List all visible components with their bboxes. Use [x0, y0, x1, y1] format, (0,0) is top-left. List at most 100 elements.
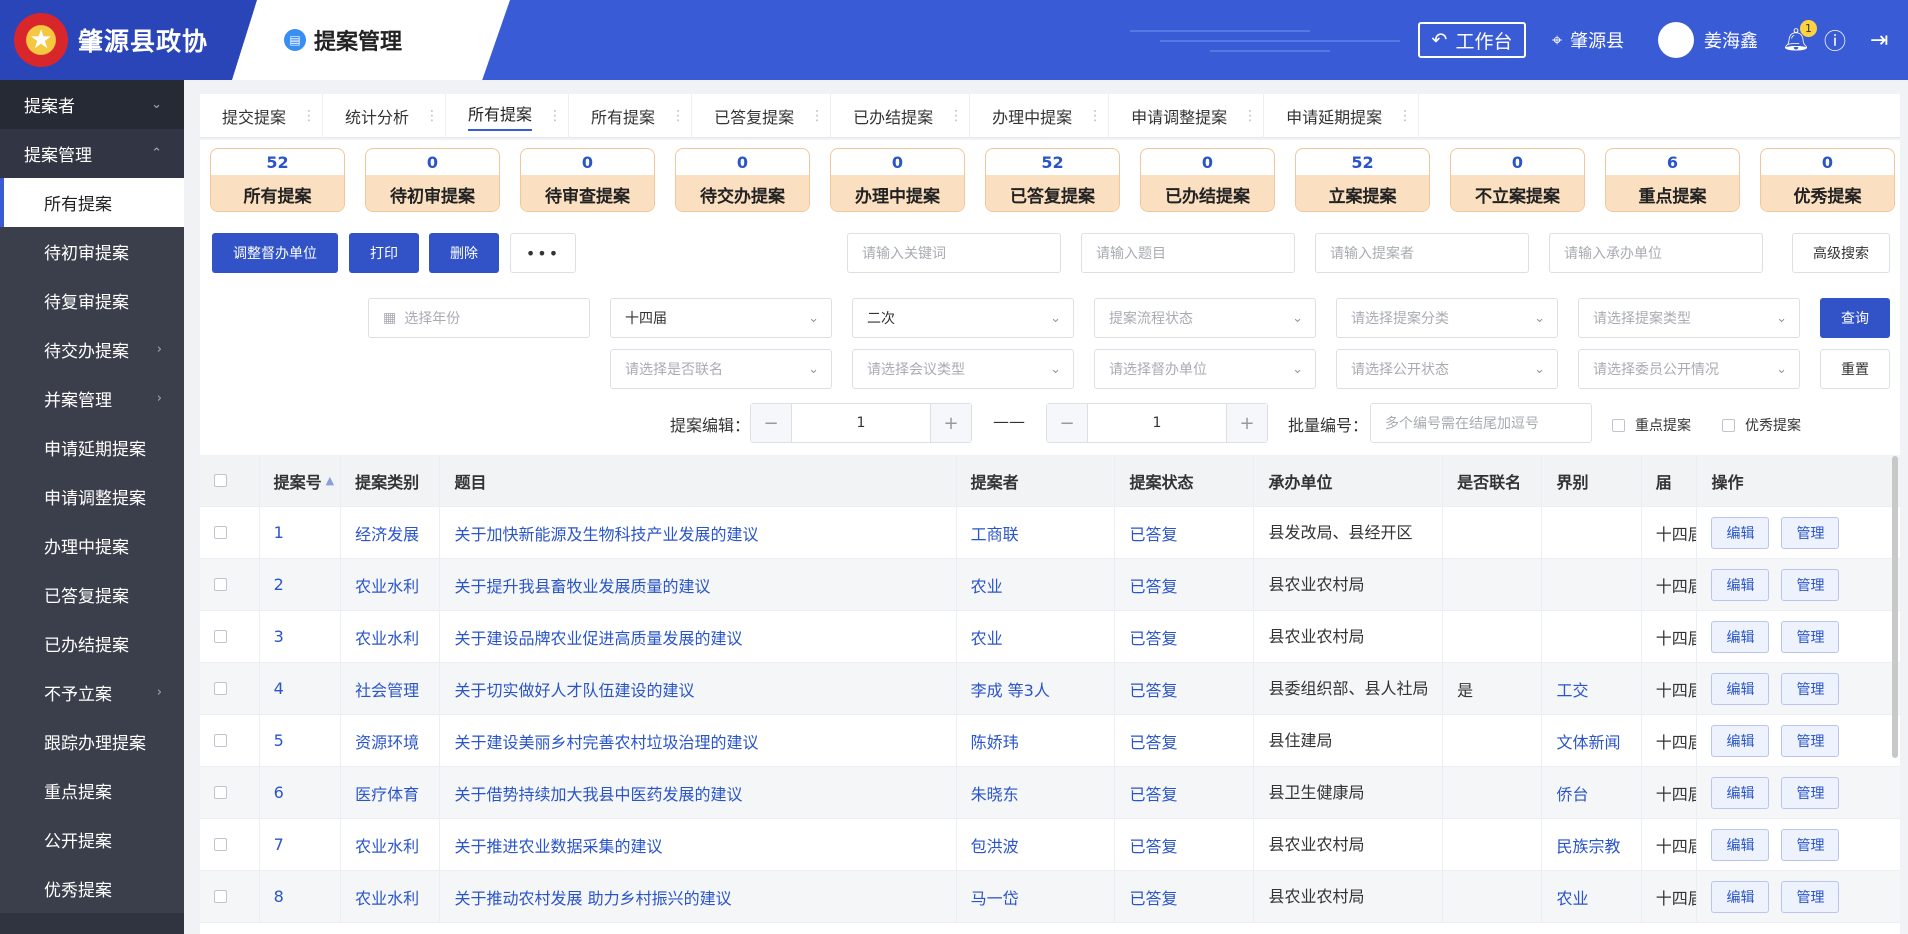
- table-cell[interactable]: 关于提升我县畜牧业发展质量的建议: [440, 559, 957, 610]
- edit-button[interactable]: 编辑: [1711, 776, 1770, 809]
- member-public-select[interactable]: 请选择委员公开情况 ⌄: [1578, 349, 1800, 389]
- more-vert-icon[interactable]: ⋮: [1243, 109, 1257, 123]
- more-vert-icon[interactable]: ⋮: [1398, 109, 1412, 123]
- manage-button[interactable]: 管理: [1781, 880, 1840, 913]
- print-button[interactable]: 打印: [349, 233, 419, 273]
- manage-button[interactable]: 管理: [1781, 620, 1840, 653]
- row-select-cell[interactable]: [200, 507, 260, 558]
- logout-icon[interactable]: ⇥: [1870, 0, 1888, 80]
- table-cell[interactable]: 关于加快新能源及生物科技产业发展的建议: [440, 507, 957, 558]
- help-icon[interactable]: ⓘ: [1824, 0, 1846, 80]
- key-proposal-checkbox[interactable]: 重点提案: [1612, 415, 1691, 435]
- user-menu[interactable]: 姜海鑫: [1658, 0, 1758, 80]
- edit-button[interactable]: 编辑: [1711, 880, 1770, 913]
- stat-card[interactable]: 0 不立案提案: [1450, 148, 1585, 212]
- delete-button[interactable]: 删除: [429, 233, 499, 273]
- column-header[interactable]: 提案者: [957, 455, 1116, 506]
- edit-button[interactable]: 编辑: [1711, 828, 1770, 861]
- edit-button[interactable]: 编辑: [1711, 568, 1770, 601]
- supervisor-select[interactable]: 请选择督办单位 ⌄: [1094, 349, 1316, 389]
- sidebar-item[interactable]: 所有提案: [0, 178, 184, 227]
- flow-select[interactable]: 提案流程状态 ⌄: [1094, 298, 1316, 338]
- stat-card[interactable]: 0 优秀提案: [1760, 148, 1895, 212]
- table-cell[interactable]: 农业: [957, 611, 1116, 662]
- sidebar-item[interactable]: 待交办提案 ›: [0, 325, 184, 374]
- keyword-input[interactable]: 请输入关键词: [847, 233, 1061, 273]
- table-cell[interactable]: 朱晓东: [957, 767, 1116, 818]
- edit-button[interactable]: 编辑: [1711, 724, 1770, 757]
- table-cell[interactable]: 关于建设美丽乡村完善农村垃圾治理的建议: [440, 715, 957, 766]
- checkbox-box[interactable]: [214, 786, 227, 799]
- edit-button[interactable]: 编辑: [1711, 620, 1770, 653]
- manage-button[interactable]: 管理: [1781, 672, 1840, 705]
- table-cell[interactable]: 陈娇玮: [957, 715, 1116, 766]
- tab-7[interactable]: 申请调整提案 ⋮: [1109, 94, 1265, 138]
- manage-button[interactable]: 管理: [1781, 516, 1840, 549]
- sidebar-item[interactable]: 并案管理 ›: [0, 374, 184, 423]
- row-select-cell[interactable]: [200, 871, 260, 922]
- batch-number-input[interactable]: 多个编号需在结尾加逗号: [1370, 403, 1592, 443]
- row-select-cell[interactable]: [200, 611, 260, 662]
- checkbox-box[interactable]: [214, 578, 227, 591]
- table-row[interactable]: 3农业水利关于建设品牌农业促进高质量发展的建议农业已答复县农业农村局 十四届编辑管…: [200, 611, 1900, 663]
- row-select-cell[interactable]: [200, 819, 260, 870]
- checkbox-box[interactable]: [214, 474, 227, 487]
- edit-button[interactable]: 编辑: [1711, 672, 1770, 705]
- tab-4[interactable]: 已答复提案 ⋮: [692, 94, 832, 138]
- unit-input[interactable]: 请输入承办单位: [1549, 233, 1763, 273]
- sidebar-item[interactable]: 办理中提案: [0, 521, 184, 570]
- manage-button[interactable]: 管理: [1781, 828, 1840, 861]
- location-selector[interactable]: ⌖ 肇源县: [1552, 0, 1624, 80]
- number-to-value[interactable]: 1: [1087, 404, 1227, 442]
- checkbox-box[interactable]: [214, 526, 227, 539]
- checkbox-box[interactable]: [214, 630, 227, 643]
- sidebar-item[interactable]: 不予立案 ›: [0, 668, 184, 717]
- sidebar-item[interactable]: 公开提案: [0, 815, 184, 864]
- checkbox-box[interactable]: [214, 838, 227, 851]
- more-vert-icon[interactable]: ⋮: [671, 109, 685, 123]
- table-cell[interactable]: 关于推动农村发展 助力乡村振兴的建议: [440, 871, 957, 922]
- table-cell[interactable]: 关于建设品牌农业促进高质量发展的建议: [440, 611, 957, 662]
- stat-card[interactable]: 6 重点提案: [1605, 148, 1740, 212]
- table-row[interactable]: 8农业水利关于推动农村发展 助力乡村振兴的建议马一岱已答复县农业农村局 农业十四届…: [200, 871, 1900, 923]
- more-button[interactable]: •••: [510, 233, 576, 273]
- more-vert-icon[interactable]: ⋮: [425, 109, 439, 123]
- tab-5[interactable]: 已办结提案 ⋮: [831, 94, 971, 138]
- plus-icon[interactable]: +: [931, 404, 971, 442]
- column-header[interactable]: 提案号 ▲: [260, 455, 342, 506]
- excellent-proposal-checkbox[interactable]: 优秀提案: [1722, 415, 1801, 435]
- table-cell[interactable]: 关于切实做好人才队伍建设的建议: [440, 663, 957, 714]
- stat-card[interactable]: 52 立案提案: [1295, 148, 1430, 212]
- type-select[interactable]: 请选择提案类型 ⌄: [1578, 298, 1800, 338]
- sidebar-item[interactable]: 申请调整提案: [0, 472, 184, 521]
- tab-3[interactable]: 所有提案 ⋮: [569, 94, 693, 138]
- column-header[interactable]: 题目: [440, 455, 957, 506]
- table-cell[interactable]: 农业: [957, 559, 1116, 610]
- column-header[interactable]: 承办单位: [1254, 455, 1444, 506]
- number-to-stepper[interactable]: − 1 +: [1046, 403, 1268, 443]
- table-cell[interactable]: 关于借势持续加大我县中医药发展的建议: [440, 767, 957, 818]
- checkbox-box[interactable]: [214, 682, 227, 695]
- checkbox-box[interactable]: [214, 734, 227, 747]
- row-select-cell[interactable]: [200, 663, 260, 714]
- more-vert-icon[interactable]: ⋮: [810, 109, 824, 123]
- select-all-cell[interactable]: [200, 455, 260, 506]
- table-row[interactable]: 1 经济发展 关于加快新能源及生物科技产业发展的建议 工商联 已答复 县发改局、县经开区 十…: [200, 507, 1900, 559]
- stat-card[interactable]: 0 待初审提案: [365, 148, 500, 212]
- column-header[interactable]: 提案类别: [341, 455, 441, 506]
- row-select-cell[interactable]: [200, 559, 260, 610]
- table-row[interactable]: 4 社会管理 关于切实做好人才队伍建设的建议 李成 等3人 已答复 县委组织部、县人社局是…: [200, 663, 1900, 715]
- sidebar-item[interactable]: 已答复提案: [0, 570, 184, 619]
- row-select-cell[interactable]: [200, 767, 260, 818]
- number-from-value[interactable]: 1: [791, 404, 931, 442]
- plus-icon[interactable]: +: [1227, 404, 1267, 442]
- table-cell[interactable]: 工商联: [957, 507, 1116, 558]
- workbench-button[interactable]: ↶ 工作台: [1418, 22, 1526, 58]
- row-select-cell[interactable]: [200, 715, 260, 766]
- table-cell[interactable]: 包洪波: [957, 819, 1116, 870]
- sidebar-item[interactable]: 已办结提案: [0, 619, 184, 668]
- tab-8[interactable]: 申请延期提案 ⋮: [1264, 94, 1420, 138]
- number-from-stepper[interactable]: − 1 +: [750, 403, 972, 443]
- column-header[interactable]: 操作: [1697, 455, 1900, 506]
- joint-select[interactable]: 请选择是否联名 ⌄: [610, 349, 832, 389]
